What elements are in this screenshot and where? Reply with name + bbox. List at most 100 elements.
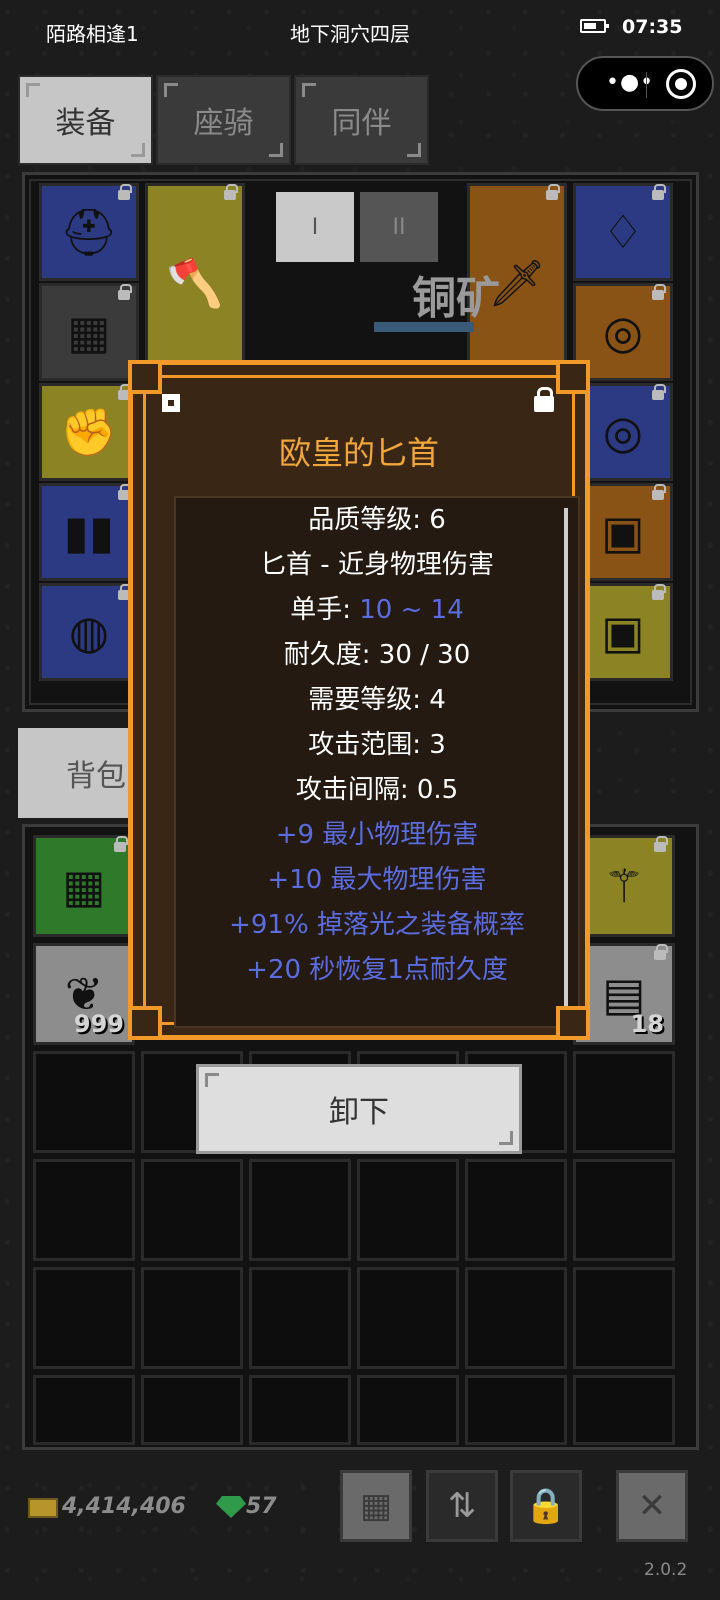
bag-cell[interactable]: ❦ 999: [33, 943, 135, 1045]
miniprogram-capsule: •●•: [576, 56, 714, 111]
equip-slot-necklace[interactable]: ♢: [573, 183, 673, 281]
bag-cell[interactable]: [573, 1159, 675, 1261]
stat-quality: 品质等级: 6: [308, 505, 446, 535]
pin-icon[interactable]: [162, 394, 180, 412]
grid-button[interactable]: ▦: [340, 1470, 412, 1542]
tab-label: 同伴: [331, 106, 392, 141]
tab-label: 座骑: [193, 106, 254, 141]
tab-mount[interactable]: 座骑: [156, 75, 291, 165]
bag-cell[interactable]: [141, 1375, 243, 1445]
stat-required-level: 需要等级: 4: [308, 685, 446, 715]
scrollbar[interactable]: [564, 508, 568, 1013]
lock-icon: [654, 944, 668, 960]
gem-icon: [216, 1496, 246, 1518]
lock-icon: [652, 584, 666, 600]
bag-cell[interactable]: [249, 1159, 351, 1261]
bag-cell[interactable]: [141, 1159, 243, 1261]
bag-cell[interactable]: [465, 1375, 567, 1445]
equip-slot-belt[interactable]: ◍: [39, 583, 139, 681]
ring-icon: ◎: [602, 405, 644, 459]
gem-amount: 57: [246, 1494, 277, 1519]
item-count: 18: [630, 1010, 664, 1038]
gold-amount: 4,414,406: [62, 1494, 186, 1519]
item-count: 999: [73, 1010, 124, 1038]
popup-frame: 欧皇的匕首 品质等级: 6 匕首 - 近身物理伤害 单手: 10 ~ 14 耐久…: [143, 375, 580, 1028]
bonus-line: +20 秒恢复1点耐久度: [246, 955, 508, 985]
bag-cell[interactable]: [33, 1159, 135, 1261]
progress-bar: [374, 322, 474, 332]
bag-cell[interactable]: [249, 1375, 351, 1445]
equip-slot-helmet[interactable]: ⛑: [39, 183, 139, 281]
equip-slot-gloves[interactable]: ✊: [39, 383, 139, 481]
stat-damage-value: 10 ~ 14: [359, 595, 464, 625]
lock-icon: [224, 184, 238, 200]
bag-cell[interactable]: [357, 1375, 459, 1445]
tab-backpack[interactable]: 背包: [18, 728, 138, 818]
lock-icon: 🔒: [524, 1486, 568, 1526]
set-label: II: [392, 214, 406, 240]
equip-slot-weapon[interactable]: 🪓: [145, 183, 245, 383]
tab-equipment[interactable]: 装备: [18, 75, 153, 165]
bag-cell[interactable]: [573, 1267, 675, 1369]
necklace-icon: ♢: [602, 205, 644, 259]
gloves-icon: ✊: [60, 404, 118, 459]
bag-cell[interactable]: [33, 1051, 135, 1153]
bag-cell[interactable]: [141, 1267, 243, 1369]
helmet-icon: ⛑: [59, 204, 119, 259]
lock-icon: [652, 384, 666, 400]
bag-cell[interactable]: [465, 1267, 567, 1369]
obscured-label: 铜矿: [412, 273, 500, 324]
bag-cell[interactable]: [33, 1375, 135, 1445]
tab-companion[interactable]: 同伴: [294, 75, 429, 165]
bag-cell[interactable]: [573, 1375, 675, 1445]
boots-icon: ▮▮: [63, 505, 115, 559]
ring-icon: ◎: [602, 305, 644, 359]
capsule-divider: [646, 72, 647, 98]
frame-corner: [556, 1006, 590, 1040]
axe-icon: 🪓: [166, 255, 224, 310]
armor-icon: ▦: [67, 305, 111, 359]
player-name: 陌路相逢1: [46, 22, 139, 46]
lock-icon[interactable]: [534, 387, 554, 412]
unequip-button[interactable]: 卸下: [196, 1064, 522, 1154]
close-button[interactable]: ✕: [616, 1470, 688, 1542]
stat-durability: 耐久度: 30 / 30: [283, 640, 471, 670]
frame-corner: [128, 1006, 162, 1040]
battery-icon: [580, 19, 609, 33]
target-circle-icon[interactable]: [666, 69, 696, 99]
stat-range: 攻击范围: 3: [308, 730, 446, 760]
gold-icon: [28, 1498, 58, 1518]
stat-interval: 攻击间隔: 0.5: [295, 775, 459, 805]
version-label: 2.0.2: [644, 1560, 688, 1580]
bag-cell[interactable]: [465, 1159, 567, 1261]
lock-icon: [114, 836, 128, 852]
location-title: 地下洞穴四层: [290, 22, 410, 46]
card-icon: ▣: [601, 505, 645, 559]
item-stats: 品质等级: 6 匕首 - 近身物理伤害 单手: 10 ~ 14 耐久度: 30 …: [174, 496, 580, 1028]
lock-icon: [118, 284, 132, 300]
set-button-1[interactable]: I: [276, 192, 354, 262]
frame-corner: [556, 360, 590, 394]
lock-icon: [118, 184, 132, 200]
armor-icon: ▦: [62, 859, 106, 913]
tab-label: 装备: [55, 106, 116, 141]
bag-cell[interactable]: [357, 1267, 459, 1369]
equip-slot-boots[interactable]: ▮▮: [39, 483, 139, 581]
item-detail-popup: 欧皇的匕首 品质等级: 6 匕首 - 近身物理伤害 单手: 10 ~ 14 耐久…: [128, 360, 590, 1040]
bonus-line: +9 最小物理伤害: [275, 820, 479, 850]
bag-cell[interactable]: [573, 1051, 675, 1153]
bonus-line: +10 最大物理伤害: [267, 865, 487, 895]
lock-button[interactable]: 🔒: [510, 1470, 582, 1542]
stat-damage-label: 单手:: [290, 595, 360, 625]
bag-cell[interactable]: [249, 1267, 351, 1369]
equip-slot-armor[interactable]: ▦: [39, 283, 139, 381]
bag-cell[interactable]: [33, 1267, 135, 1369]
belt-icon: ◍: [68, 605, 110, 659]
lock-icon: [652, 484, 666, 500]
bonus-line: +91% 掉落光之装备概率: [229, 910, 525, 940]
set-button-2[interactable]: II: [360, 192, 438, 262]
bag-cell[interactable]: ▦: [33, 835, 135, 937]
tab-label: 背包: [66, 759, 126, 794]
bag-cell[interactable]: [357, 1159, 459, 1261]
sort-button[interactable]: ⇅: [426, 1470, 498, 1542]
